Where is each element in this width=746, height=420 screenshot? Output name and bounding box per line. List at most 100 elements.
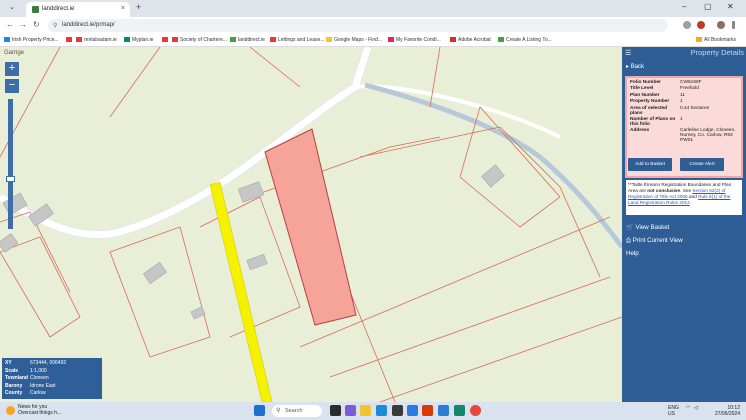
bookmark-item[interactable]: Myplan.ie [124, 37, 153, 43]
bookmark-item[interactable]: Google Maps - Find... [326, 37, 382, 43]
detail-key: Number of Plans on this folio [630, 116, 676, 127]
bookmark-item[interactable]: landdirect.ie [230, 37, 265, 43]
all-bookmarks[interactable]: All Bookmarks [696, 37, 736, 43]
note-text: and [687, 194, 699, 199]
selected-parcel[interactable] [264, 128, 357, 326]
detail-key: Plan Number [630, 92, 660, 98]
volume-icon[interactable]: ◁ [694, 405, 698, 411]
panel-title: Property Details [690, 48, 744, 57]
folder-icon [696, 37, 702, 42]
tab-title: landdirect.ie [42, 6, 75, 12]
address-bar-row: ← → ↻ ⚲ landdirect.ie/prmap/ [0, 17, 746, 34]
chrome-icon[interactable] [470, 405, 481, 416]
bookmark-item[interactable]: Irish Property Price... [4, 37, 59, 43]
edge-icon[interactable] [376, 405, 387, 416]
zoom-out-button[interactable]: − [5, 79, 19, 93]
profile-avatar[interactable] [717, 21, 725, 29]
zoom-slider-handle[interactable] [6, 176, 15, 182]
star-icon[interactable] [683, 21, 691, 29]
start-icon[interactable] [254, 405, 265, 416]
detail-value: CW6158F [680, 80, 702, 85]
menu-kebab-icon[interactable] [732, 21, 735, 29]
map-canvas[interactable] [0, 47, 622, 402]
bookmark-item[interactable]: Create A Listing To... [498, 37, 552, 43]
office-icon[interactable] [422, 405, 433, 416]
bookmark-icon [4, 37, 10, 42]
forward-arrow-icon[interactable]: → [19, 20, 27, 29]
back-arrow-icon[interactable]: ← [6, 20, 14, 29]
detail-key: Area of selected plans [630, 105, 668, 116]
buildings [0, 164, 505, 320]
url-field[interactable]: ⚲ landdirect.ie/prmap/ [48, 19, 668, 32]
browser-tab[interactable]: landdirect.ie × [26, 2, 130, 17]
mail-icon[interactable] [407, 405, 418, 416]
search-label: Search [285, 408, 303, 414]
maximize-button[interactable]: ▢ [704, 2, 712, 11]
youtube-icon [162, 37, 168, 42]
add-to-basket-button[interactable]: Add to Basket [628, 158, 672, 171]
bookmark-item[interactable]: My Favorite Condi... [388, 37, 441, 43]
zoom-in-button[interactable]: + [5, 62, 19, 76]
bookmark-icon [172, 37, 178, 42]
close-window-button[interactable]: ✕ [727, 2, 734, 11]
app-icon[interactable] [454, 405, 465, 416]
info-key: Scale [5, 367, 19, 374]
detail-key: Folio Number [630, 80, 661, 85]
file-explorer-icon[interactable] [360, 405, 371, 416]
print-view-link[interactable]: ⎙ Print Current View [626, 237, 683, 245]
task-view-icon[interactable] [330, 405, 341, 416]
back-link[interactable]: ▸ Back [626, 63, 644, 70]
taskbar-search[interactable]: ⚲ Search [272, 405, 322, 417]
outlook-icon[interactable] [438, 405, 449, 416]
property-details-panel: ☰ Property Details ▸ Back Folio Number CW… [622, 47, 746, 402]
view-basket-label: View Basket [635, 224, 670, 231]
new-tab-button[interactable]: + [136, 2, 141, 12]
bookmark-item[interactable] [66, 37, 74, 43]
bookmark-item[interactable] [162, 37, 170, 43]
info-value: Carlow [30, 390, 46, 396]
create-alert-button[interactable]: Create Alert [680, 158, 724, 171]
info-value: Idrone East [30, 382, 56, 389]
reload-icon[interactable]: ↻ [33, 20, 40, 29]
store-icon[interactable] [392, 405, 403, 416]
site-info-icon[interactable]: ⚲ [53, 22, 57, 29]
zoom-slider[interactable] [8, 99, 13, 229]
bookmark-item[interactable]: Society of Chartere... [172, 37, 227, 43]
clock-date: 27/06/2024 [714, 411, 740, 417]
language-indicator[interactable]: ENG US [668, 405, 679, 417]
note-text: . [689, 200, 692, 205]
map-viewer[interactable]: Garrige + − XY 673444, 006492 Scale 1:1,00… [0, 47, 622, 402]
tab-list-icon[interactable]: ⌄ [6, 3, 18, 14]
extension-icon[interactable] [697, 21, 705, 29]
site-favicon-icon [32, 6, 39, 13]
note-text: . See [680, 188, 693, 193]
maps-icon [326, 37, 332, 42]
browser-tab-bar: ⌄ landdirect.ie × + – ▢ ✕ [0, 0, 746, 17]
bookmark-item[interactable]: Lettings and Lease... [270, 37, 324, 43]
minimize-button[interactable]: – [682, 2, 686, 11]
bookmark-item[interactable]: rentalsadam.ie [76, 37, 117, 43]
panel-menu-icon[interactable]: ☰ [625, 49, 631, 57]
info-value: 1:1,000 [30, 367, 47, 374]
wifi-icon[interactable]: ◠ [686, 405, 690, 411]
info-key: Townland [5, 375, 28, 381]
bookmark-icon [270, 37, 276, 42]
help-link[interactable]: Help [626, 250, 639, 257]
youtube-icon [66, 37, 72, 42]
detail-value: Freehold [680, 86, 699, 92]
view-basket-link[interactable]: 🛒 View Basket [626, 223, 669, 231]
news-widget[interactable]: News for you Overcast things h... [4, 404, 84, 418]
teams-icon[interactable] [345, 405, 356, 416]
clock[interactable]: 10:12 27/06/2024 [706, 405, 740, 417]
close-tab-icon[interactable]: × [121, 5, 125, 12]
info-key: County [5, 390, 23, 396]
boundary-disclaimer: **Tailte Éireann Registration Boundaries… [626, 180, 742, 215]
detail-key: Address [630, 128, 650, 134]
bookmark-icon [124, 37, 130, 42]
region-label: US [668, 411, 675, 417]
url-text: landdirect.ie/prmap/ [62, 22, 115, 28]
bookmark-item[interactable]: Adobe Acrobat [450, 37, 491, 43]
news-subtitle: Overcast things h... [18, 410, 62, 416]
side-road [354, 84, 561, 139]
back-label: Back [630, 64, 645, 70]
